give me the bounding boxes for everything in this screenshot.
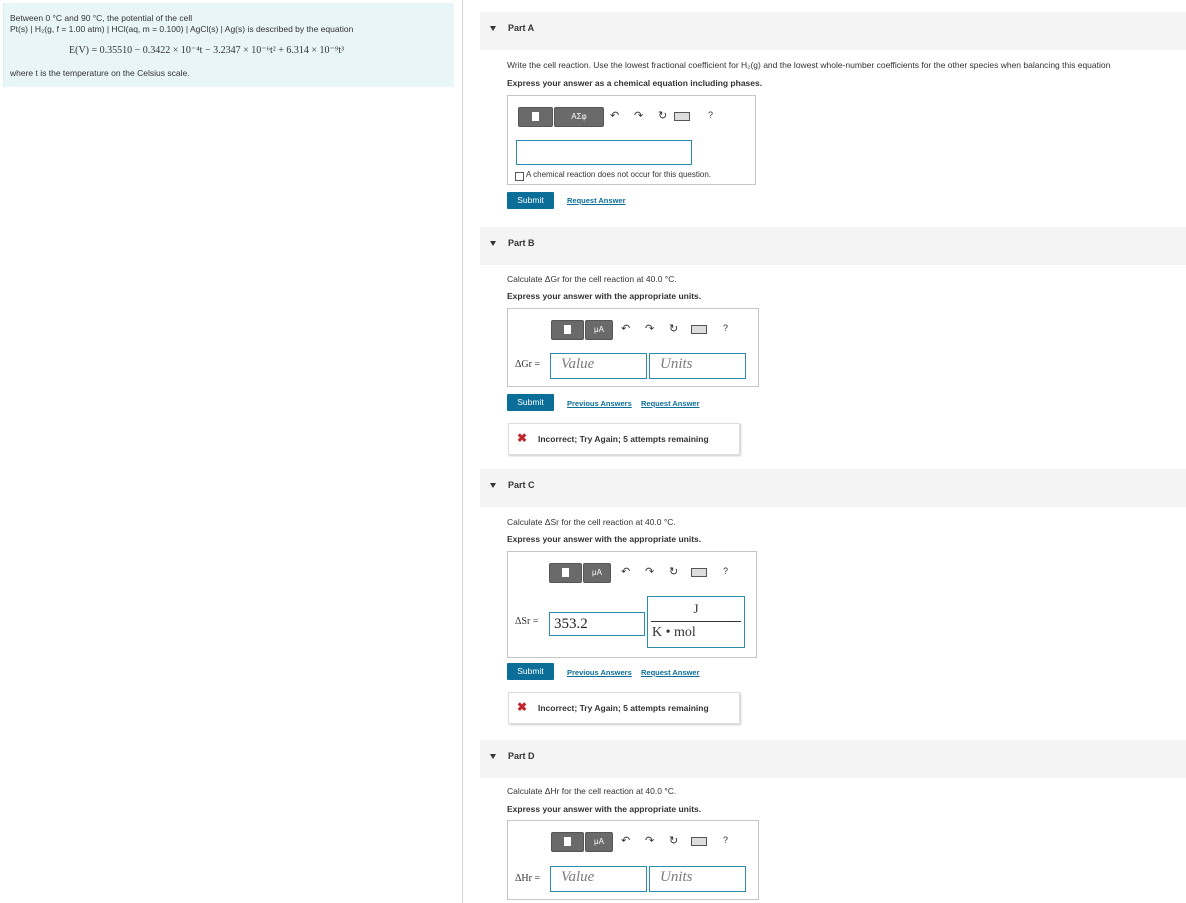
part-b-request-answer-link[interactable]: Request Answer (641, 399, 700, 408)
delta-h-label: ΔHr = (515, 873, 541, 884)
redo-icon[interactable]: ↷ (645, 834, 654, 847)
part-a-header[interactable]: Part A (480, 12, 1186, 50)
no-reaction-label: A chemical reaction does not occur for t… (526, 170, 711, 179)
part-c-request-answer-link[interactable]: Request Answer (641, 668, 700, 677)
value-placeholder: Value (561, 869, 595, 885)
templates-button[interactable] (518, 107, 553, 127)
collapse-triangle-icon[interactable] (490, 483, 496, 488)
part-b-answer-box: μA ↶ ↷ ↻ ? ΔGr = Value Units (507, 308, 759, 387)
part-b-submit-button[interactable]: Submit (507, 394, 554, 411)
keyboard-icon[interactable] (691, 325, 707, 334)
intro-line-1: Between 0 °C and 90 °C, the potential of… (10, 13, 193, 23)
unit-numerator: J (693, 601, 699, 616)
undo-icon[interactable]: ↶ (621, 565, 630, 578)
part-c-label: Part C (508, 480, 535, 490)
units-placeholder: Units (660, 356, 693, 372)
part-a-label: Part A (508, 23, 535, 33)
feedback-message: Incorrect; Try Again; 5 attempts remaini… (538, 703, 709, 713)
units-symbols-button[interactable]: μA (585, 320, 613, 340)
delta-g-label: ΔGr = (515, 359, 541, 370)
undo-icon[interactable]: ↶ (610, 109, 619, 122)
delta-s-label: ΔSr = (515, 616, 539, 627)
part-b-question: Calculate ΔGr for the cell reaction at 4… (507, 274, 677, 284)
help-icon[interactable]: ? (723, 566, 728, 576)
delta-s-units-input[interactable]: J K • mol (647, 596, 745, 648)
reset-icon[interactable]: ↻ (669, 322, 678, 335)
unit-denominator: K • mol (652, 625, 696, 640)
no-reaction-checkbox[interactable] (515, 172, 524, 181)
redo-icon[interactable]: ↷ (634, 109, 643, 122)
collapse-triangle-icon[interactable] (490, 754, 496, 759)
collapse-triangle-icon[interactable] (490, 26, 496, 31)
delta-g-units-input[interactable]: Units (649, 353, 746, 379)
part-c-submit-button[interactable]: Submit (507, 663, 554, 680)
part-b-express: Express your answer with the appropriate… (507, 291, 702, 301)
part-d-express: Express your answer with the appropriate… (507, 804, 702, 814)
redo-icon[interactable]: ↷ (645, 565, 654, 578)
part-b-previous-answers-link[interactable]: Previous Answers (567, 399, 632, 408)
help-icon[interactable]: ? (708, 110, 713, 120)
reset-icon[interactable]: ↻ (669, 834, 678, 847)
keyboard-icon[interactable] (691, 837, 707, 846)
collapse-triangle-icon[interactable] (490, 241, 496, 246)
reaction-input[interactable] (516, 140, 692, 165)
templates-button[interactable] (551, 320, 584, 340)
delta-s-value: 353.2 (554, 616, 588, 632)
delta-g-value-input[interactable]: Value (550, 353, 647, 379)
part-c-header[interactable]: Part C (480, 469, 1186, 507)
column-divider (462, 0, 463, 903)
undo-icon[interactable]: ↶ (621, 834, 630, 847)
part-a-express: Express your answer as a chemical equati… (507, 78, 763, 88)
units-symbols-button[interactable]: μA (585, 832, 613, 852)
part-a-answer-box: AΣφ ↶ ↷ ↻ ? A chemical reaction does not… (507, 95, 756, 185)
reset-icon[interactable]: ↻ (669, 565, 678, 578)
intro-line-2: Pt(s) | H₂(g, f = 1.00 atm) | HCl(aq, m … (10, 24, 354, 34)
part-d-header[interactable]: Part D (480, 740, 1186, 778)
part-d-question: Calculate ΔHr for the cell reaction at 4… (507, 786, 677, 796)
problem-intro-panel: Between 0 °C and 90 °C, the potential of… (3, 3, 454, 87)
delta-s-value-input[interactable]: 353.2 (549, 612, 645, 636)
part-b-header[interactable]: Part B (480, 227, 1186, 265)
delta-h-units-input[interactable]: Units (649, 866, 746, 892)
part-c-express: Express your answer with the appropriate… (507, 534, 702, 544)
part-d-answer-box: μA ↶ ↷ ↻ ? ΔHr = Value Units (507, 820, 759, 900)
value-placeholder: Value (561, 356, 595, 372)
part-a-request-answer-link[interactable]: Request Answer (567, 196, 626, 205)
part-a-submit-button[interactable]: Submit (507, 192, 554, 209)
part-d-label: Part D (508, 751, 535, 761)
units-placeholder: Units (660, 869, 693, 885)
symbols-button[interactable]: AΣφ (554, 107, 604, 127)
incorrect-x-icon: ✖ (517, 700, 528, 714)
redo-icon[interactable]: ↷ (645, 322, 654, 335)
part-b-label: Part B (508, 238, 535, 248)
part-a-instruction: Write the cell reaction. Use the lowest … (507, 60, 1111, 70)
part-c-previous-answers-link[interactable]: Previous Answers (567, 668, 632, 677)
part-c-answer-box: μA ↶ ↷ ↻ ? ΔSr = 353.2 J K • mol (507, 551, 757, 658)
keyboard-icon[interactable] (674, 112, 690, 121)
templates-button[interactable] (549, 563, 582, 583)
incorrect-x-icon: ✖ (517, 431, 528, 445)
help-icon[interactable]: ? (723, 323, 728, 333)
undo-icon[interactable]: ↶ (621, 322, 630, 335)
keyboard-icon[interactable] (691, 568, 707, 577)
part-b-feedback: ✖ Incorrect; Try Again; 5 attempts remai… (508, 423, 740, 455)
help-icon[interactable]: ? (723, 835, 728, 845)
delta-h-value-input[interactable]: Value (550, 866, 647, 892)
intro-line-3: where t is the temperature on the Celsiu… (10, 68, 190, 78)
templates-button[interactable] (551, 832, 584, 852)
units-symbols-button[interactable]: μA (583, 563, 611, 583)
part-c-question: Calculate ΔSr for the cell reaction at 4… (507, 517, 676, 527)
feedback-message: Incorrect; Try Again; 5 attempts remaini… (538, 434, 709, 444)
intro-equation: E(V) = 0.35510 − 0.3422 × 10⁻⁴t − 3.2347… (69, 45, 345, 56)
fraction-bar (651, 621, 741, 622)
part-c-feedback: ✖ Incorrect; Try Again; 5 attempts remai… (508, 692, 740, 724)
reset-icon[interactable]: ↻ (658, 109, 667, 122)
